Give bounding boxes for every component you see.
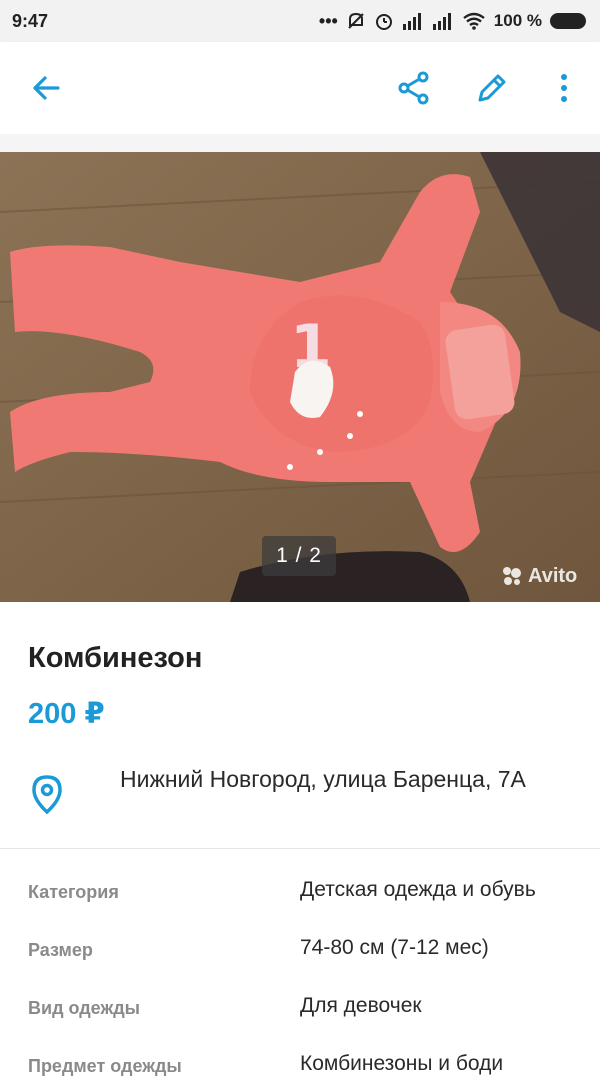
status-bar: 9:47 ••• 100 % — [0, 0, 600, 42]
edit-button[interactable] — [470, 66, 514, 110]
signal-icon — [402, 13, 421, 30]
property-key: Категория — [28, 882, 119, 902]
product-image: 1 — [0, 152, 600, 602]
battery-icon — [550, 13, 586, 29]
avito-watermark: Avito — [500, 564, 577, 588]
arrow-left-icon — [33, 76, 60, 100]
listing-title: Комбинезон — [28, 642, 203, 674]
more-vertical-icon — [561, 74, 567, 102]
photo-counter: 1 / 2 — [262, 536, 336, 576]
property-value: Для девочек — [300, 994, 422, 1017]
share-button[interactable] — [392, 66, 436, 110]
location-pin-icon — [32, 775, 62, 814]
status-indicators: ••• 100 % — [319, 11, 586, 32]
share-icon — [398, 71, 429, 105]
property-row: Категория Детская одежда и обувь — [0, 870, 600, 916]
notification-dots: ••• — [318, 10, 338, 31]
property-key: Вид одежды — [28, 998, 141, 1018]
more-button[interactable] — [542, 66, 586, 110]
battery-percent: 100 % — [493, 11, 542, 30]
pencil-icon — [478, 74, 506, 102]
property-value: 74-80 см (7-12 мес) — [300, 936, 489, 959]
property-key: Предмет одежды — [28, 1056, 182, 1076]
property-key: Размер — [28, 940, 93, 960]
listing-address[interactable]: Нижний Новгород, улица Баренца, 7А — [120, 760, 570, 798]
app-bar — [0, 42, 600, 134]
avito-logo-icon — [503, 567, 521, 585]
property-row: Размер 74-80 см (7-12 мес) — [0, 928, 600, 974]
signal-icon-2 — [432, 13, 451, 30]
listing-photo[interactable]: 1 — [0, 152, 600, 602]
property-row: Предмет одежды Комбинезоны и боди — [0, 1044, 600, 1090]
property-value: Детская одежда и обувь — [300, 878, 536, 901]
watermark-text: Avito — [528, 564, 578, 587]
property-value: Комбинезоны и боди — [300, 1052, 504, 1075]
status-time: 9:47 — [12, 10, 49, 31]
alarm-icon — [375, 14, 392, 30]
wifi-icon — [463, 12, 485, 30]
property-row: Вид одежды Для девочек — [0, 986, 600, 1032]
header-divider — [0, 134, 600, 152]
mute-icon — [348, 12, 364, 29]
section-divider — [0, 848, 600, 849]
back-button[interactable] — [24, 66, 68, 110]
listing-price: 200 ₽ — [28, 698, 105, 730]
